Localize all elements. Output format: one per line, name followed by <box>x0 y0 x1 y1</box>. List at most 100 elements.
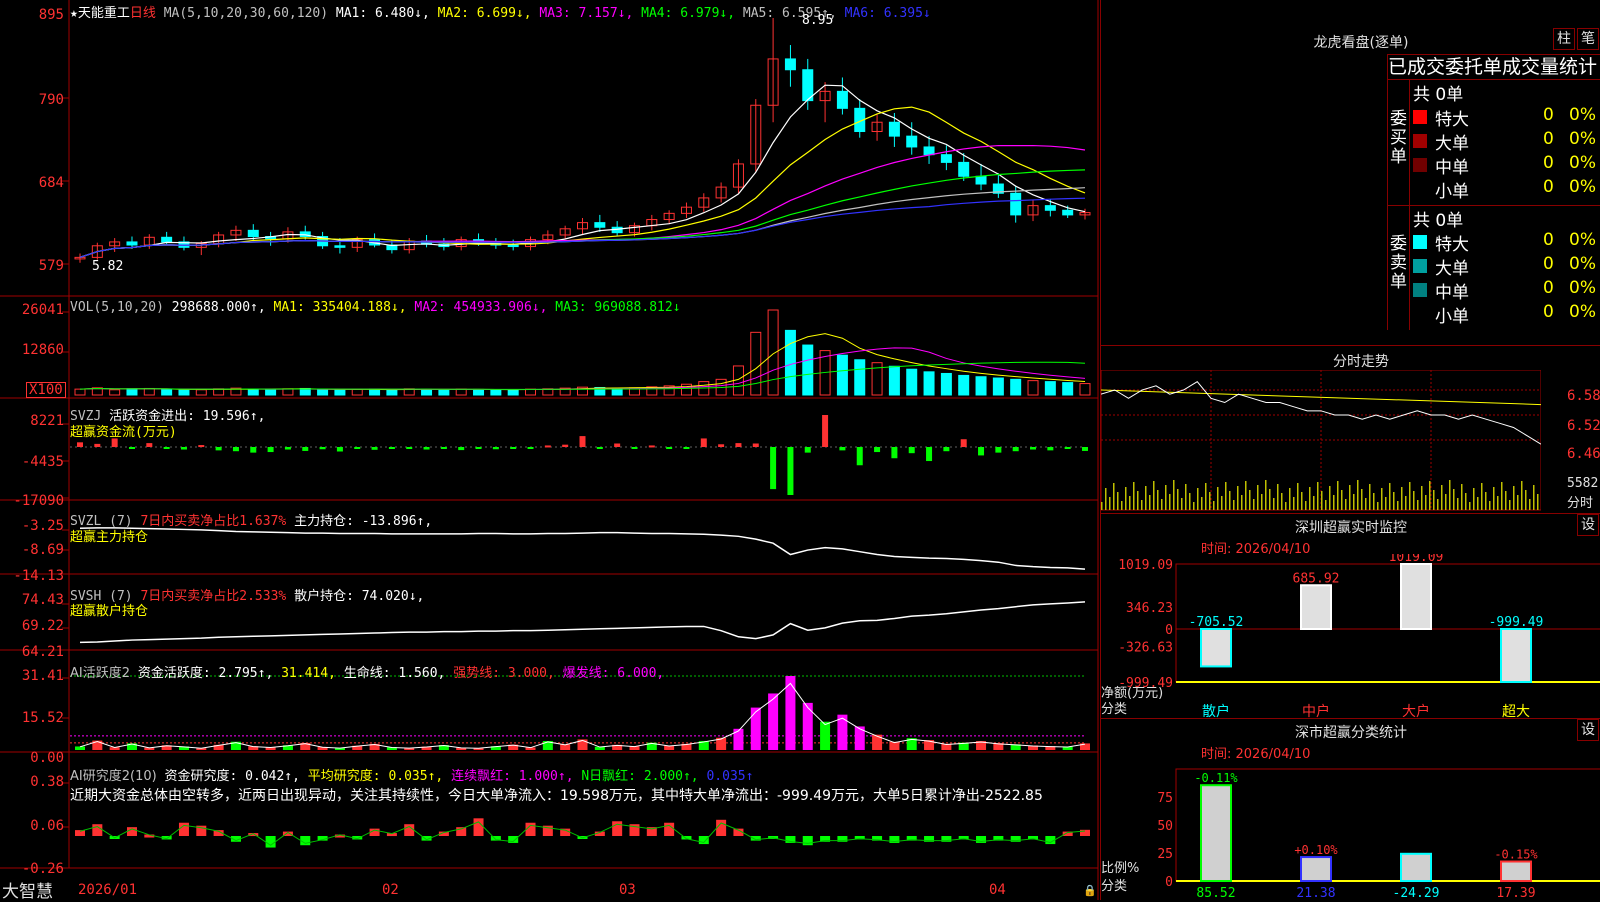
sell-order-pct: 0% <box>1569 278 1596 298</box>
svzj-bar <box>458 447 465 451</box>
svzj-bar <box>180 447 187 450</box>
ai3-tick-bot: -0.26 <box>21 861 64 877</box>
szmon-bar <box>1300 584 1332 630</box>
fenshi-vol-bar <box>1405 496 1407 510</box>
svsh-line <box>79 601 1086 644</box>
ma-definition: MA(5,10,20,30,60,120) <box>163 6 329 21</box>
svzj-bar <box>302 447 309 451</box>
fenshi-vol-bar <box>1317 482 1319 510</box>
svzj-bar <box>579 436 586 447</box>
volume-bar <box>109 389 121 396</box>
favorite-star-icon[interactable]: ★ <box>70 6 78 21</box>
volume-bar <box>992 377 1004 396</box>
ai2-bar <box>733 728 744 750</box>
price-tick-684: 684 <box>38 175 64 191</box>
fenshi-vol-bar <box>1185 484 1187 510</box>
volume-bar <box>178 389 190 396</box>
period-label[interactable]: 日线 <box>130 6 156 21</box>
svzj-bar <box>128 447 135 449</box>
fenshi-vol-bar <box>1201 497 1203 510</box>
svzj-subtitle: 超赢资金流(万元) <box>70 425 177 440</box>
fenshi-vol-bar <box>1169 494 1171 510</box>
fenshi-vol-bar <box>1425 495 1427 510</box>
fenshi-vol-bar <box>1281 493 1283 510</box>
svzj-bar <box>596 447 603 449</box>
fenshi-vol-bar <box>1389 483 1391 510</box>
svzj-bar <box>544 445 551 448</box>
fenshi-vol-bar <box>1361 489 1363 510</box>
sell-order-count: 0 <box>1543 230 1554 250</box>
vol-value: 298688.000↑, <box>171 300 266 315</box>
szcls-value: 21.38 <box>1296 886 1335 901</box>
svsh-value: 散户持仓: 74.020↓, <box>294 589 425 604</box>
lock-icon[interactable]: 🔒 <box>1083 884 1097 897</box>
fenshi-vol-bar <box>1353 494 1355 510</box>
buy-order-pct: 0% <box>1569 177 1596 197</box>
fenshi-vol-bar <box>1197 488 1199 510</box>
svzj-bar <box>510 447 517 449</box>
ai3-tick-mid: 0.06 <box>30 818 64 834</box>
buy-order-pct: 0% <box>1569 129 1596 149</box>
tick-mode-button[interactable]: 笔 <box>1577 28 1599 50</box>
svzj-bar <box>908 447 915 454</box>
vol-ma3: MA3: 969088.812↓ <box>555 300 681 315</box>
lhkp-panel: 龙虎看盘(逐单) 柱 笔 已成交委托单成交量统计 委买单 委卖单 共 0单 共 … <box>1100 0 1600 345</box>
szmon-category: 散户 <box>1202 703 1230 719</box>
szmon-value: -705.52 <box>1189 615 1244 630</box>
buy-order-swatch <box>1413 110 1427 124</box>
volume-bar <box>767 309 779 396</box>
fenshi-vol-bar <box>1261 494 1263 510</box>
vol-ma1: MA1: 335404.188↓, <box>273 300 407 315</box>
candle-body <box>906 135 918 148</box>
fenshi-vol-bar <box>1145 486 1147 510</box>
svzl-line <box>79 527 1086 570</box>
fenshi-vol-bar <box>1509 500 1511 510</box>
svzl-tick-mid: -8.69 <box>21 542 64 558</box>
buy-order-row: 小单 0 0% <box>1413 177 1600 202</box>
high-price-label: 8.95 <box>802 13 834 28</box>
ai2-line <box>79 682 1086 749</box>
buy-order-count: 0 <box>1543 105 1554 125</box>
svzj-bar <box>284 447 291 450</box>
fenshi-vol-bar <box>1121 501 1123 510</box>
fenshi-vol-bar <box>1537 494 1539 510</box>
fenshi-vol-bar <box>1441 485 1443 510</box>
sz-class-ylabel: 比例% <box>1101 861 1140 876</box>
volume-bar <box>784 329 796 396</box>
fenshi-vol-bar <box>1313 496 1315 510</box>
szmon-ytick: 0 <box>1165 623 1173 638</box>
svzj-bar <box>250 447 257 453</box>
bar-mode-button[interactable]: 柱 <box>1553 28 1575 50</box>
szmon-bar <box>1200 628 1232 668</box>
ai2-peak: 31.414, <box>281 666 336 681</box>
svzj-tick-mid: -4435 <box>21 454 64 470</box>
fenshi-vol-bar <box>1153 481 1155 510</box>
fenshi-vol-bar <box>1125 487 1127 510</box>
fenshi-vol-bar <box>1341 490 1343 510</box>
fenshi-vol-bar <box>1525 490 1527 510</box>
sz-monitor-settings-button[interactable]: 设 <box>1577 514 1599 536</box>
szcls-bar <box>1400 852 1432 882</box>
sz-class-settings-button[interactable]: 设 <box>1577 719 1599 741</box>
svzj-bar <box>406 447 413 449</box>
szcls-pct: +0.10% <box>1294 843 1338 857</box>
buy-order-row: 中单 0 0% <box>1413 153 1600 178</box>
svzj-bar <box>77 442 83 447</box>
ma4-value: MA4: 6.979↓, <box>641 6 736 21</box>
fenshi-vol-bar <box>1217 487 1219 510</box>
sell-order-row: 特大 0 0% <box>1413 230 1600 255</box>
volume-bar <box>1027 380 1039 396</box>
fenshi-vol-bar <box>1105 488 1107 510</box>
ai2-tick-mid: 15.52 <box>21 710 64 726</box>
fenshi-chart[interactable] <box>1101 370 1541 512</box>
fenshi-vol-bar <box>1129 496 1131 510</box>
fenshi-vol-bar <box>1177 489 1179 510</box>
candle-body <box>594 222 606 228</box>
volume-bar <box>1010 378 1022 396</box>
fenshi-vol-bar <box>1505 491 1507 510</box>
ai3-ndays: N日飘红: 2.000↑, <box>581 769 699 784</box>
vol-unit-button[interactable]: X100 <box>26 382 66 398</box>
fenshi-vol-bar <box>1533 485 1535 510</box>
fenshi-vol-bar <box>1157 490 1159 510</box>
fenshi-vol-bar <box>1493 487 1495 510</box>
